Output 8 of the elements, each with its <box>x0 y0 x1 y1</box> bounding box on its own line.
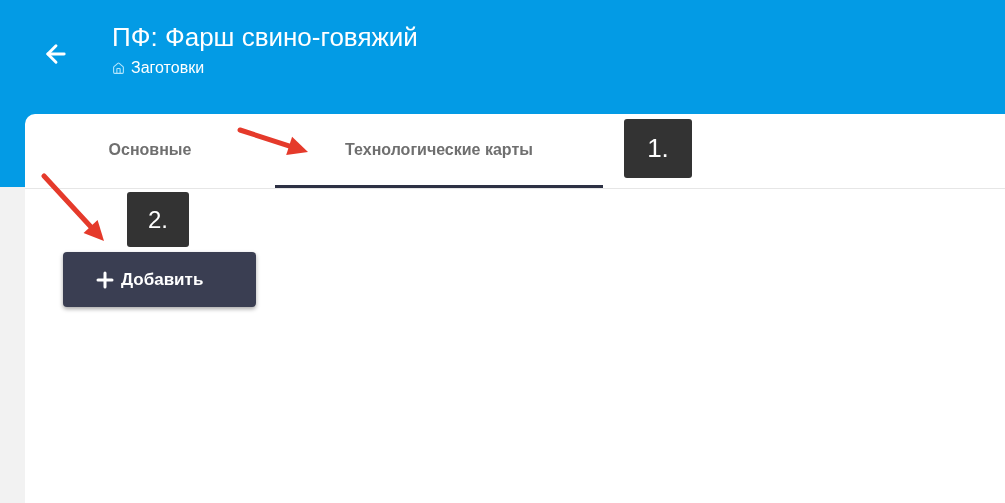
breadcrumb-link[interactable]: Заготовки <box>131 56 205 80</box>
page-title: ПФ: Фарш свино-говяжий <box>112 21 418 54</box>
arrow-icon <box>41 173 107 244</box>
tab[interactable]: Основные <box>25 114 275 188</box>
callout-label: 1. <box>624 119 692 178</box>
add-button[interactable]: Добавить <box>63 252 256 307</box>
home-icon <box>112 61 125 75</box>
callout-label: 2. <box>127 192 189 247</box>
